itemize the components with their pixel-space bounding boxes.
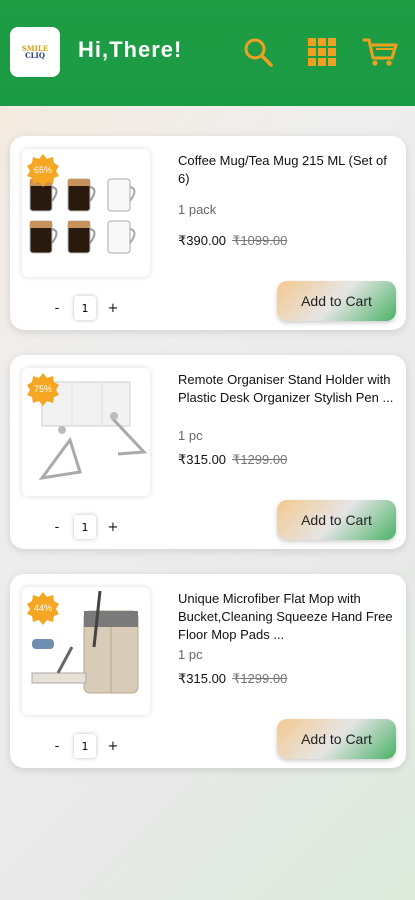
app-header: SMILE CLIQ Hi,There! (0, 0, 415, 106)
app-logo[interactable]: SMILE CLIQ (10, 27, 60, 77)
logo-text: SMILE CLIQ (21, 44, 49, 60)
discount-badge: 65% (26, 153, 60, 187)
product-image[interactable]: 75% (22, 368, 150, 496)
quantity-value[interactable]: 1 (74, 734, 96, 758)
original-price: ₹1299.00 (232, 452, 288, 467)
discount-badge: 44% (26, 591, 60, 625)
add-to-cart-button[interactable]: Add to Cart (277, 281, 396, 321)
discount-badge: 75% (26, 372, 60, 406)
cart-icon[interactable] (362, 36, 398, 68)
quantity-stepper: - 1 + (50, 515, 120, 539)
sale-price: ₹390.00 (178, 233, 227, 248)
product-card[interactable]: 65% Coffee Mug/Tea Mug 215 ML (Set of 6)… (10, 136, 406, 330)
decrement-button[interactable]: - (50, 520, 64, 535)
original-price: ₹1299.00 (232, 671, 288, 686)
product-title[interactable]: Remote Organiser Stand Holder with Plast… (178, 371, 400, 407)
quantity-stepper: - 1 + (50, 296, 120, 320)
price-row: ₹315.00 ₹1299.00 (178, 452, 287, 468)
product-image[interactable]: 44% (22, 587, 150, 715)
grid-icon[interactable] (306, 36, 338, 68)
quantity-value[interactable]: 1 (74, 515, 96, 539)
product-title[interactable]: Unique Microfiber Flat Mop with Bucket,C… (178, 590, 400, 644)
increment-button[interactable]: + (106, 739, 120, 754)
price-row: ₹390.00 ₹1099.00 (178, 233, 287, 249)
product-unit: 1 pack (178, 202, 217, 217)
product-unit: 1 pc (178, 428, 203, 443)
product-card[interactable]: 75% Remote Organiser Stand Holder with P… (10, 355, 406, 549)
product-title[interactable]: Coffee Mug/Tea Mug 215 ML (Set of 6) (178, 152, 400, 188)
product-unit: 1 pc (178, 647, 203, 662)
add-to-cart-button[interactable]: Add to Cart (277, 719, 396, 759)
price-row: ₹315.00 ₹1299.00 (178, 671, 287, 687)
quantity-stepper: - 1 + (50, 734, 120, 758)
sale-price: ₹315.00 (178, 452, 227, 467)
decrement-button[interactable]: - (50, 739, 64, 754)
increment-button[interactable]: + (106, 301, 120, 316)
add-to-cart-button[interactable]: Add to Cart (277, 500, 396, 540)
increment-button[interactable]: + (106, 520, 120, 535)
original-price: ₹1099.00 (232, 233, 288, 248)
search-icon[interactable] (242, 36, 274, 68)
sale-price: ₹315.00 (178, 671, 227, 686)
quantity-value[interactable]: 1 (74, 296, 96, 320)
decrement-button[interactable]: - (50, 301, 64, 316)
product-card[interactable]: 44% Unique Microfiber Flat Mop with Buck… (10, 574, 406, 768)
product-image[interactable]: 65% (22, 149, 150, 277)
greeting-text: Hi,There! (78, 37, 183, 62)
